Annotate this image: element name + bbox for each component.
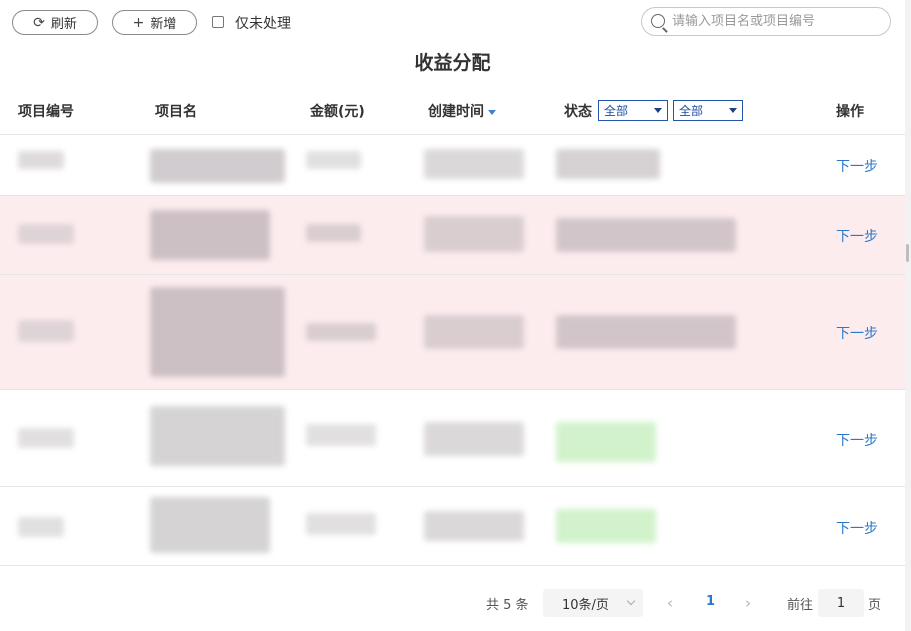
redacted-cell <box>306 151 361 169</box>
created-time-label: 创建时间 <box>428 104 484 120</box>
status-filter-1-value: 全部 <box>604 104 629 118</box>
scrollbar-thumb[interactable] <box>906 244 909 262</box>
redacted-cell <box>150 406 285 466</box>
redacted-cell <box>424 511 524 541</box>
goto-page-input[interactable]: 1 <box>818 589 864 617</box>
chevron-down-icon <box>626 596 636 606</box>
search-box[interactable] <box>641 7 891 36</box>
column-header-status: 状态 <box>564 104 592 120</box>
prev-page-button[interactable]: ‹ <box>667 594 673 612</box>
redacted-cell <box>424 149 524 179</box>
redacted-cell <box>306 513 376 535</box>
table-row: 下一步 <box>0 275 905 390</box>
table-row: 下一步 <box>0 135 905 196</box>
table-row: 下一步 <box>0 487 905 566</box>
page-title: 收益分配 <box>414 52 491 74</box>
redacted-cell <box>306 424 376 446</box>
sort-desc-icon[interactable] <box>488 109 496 115</box>
redacted-cell <box>18 320 74 342</box>
table-row: 下一步 <box>0 390 905 487</box>
status-filter-select-1[interactable]: 全部 <box>598 100 668 121</box>
only-unprocessed-checkbox[interactable] <box>212 16 224 28</box>
refresh-label: 刷新 <box>50 17 77 32</box>
next-page-button[interactable]: › <box>745 594 751 612</box>
redacted-cell <box>18 517 64 537</box>
redacted-cell <box>424 422 524 456</box>
column-header-created-time[interactable]: 创建时间 <box>428 101 496 121</box>
redacted-cell <box>556 149 660 179</box>
status-filter-2-value: 全部 <box>679 104 704 118</box>
redacted-cell <box>18 224 74 244</box>
pagination-total: 共 5 条 <box>486 598 529 613</box>
search-icon <box>651 14 665 28</box>
redacted-status <box>556 509 656 543</box>
dropdown-arrow-icon <box>654 108 662 113</box>
redacted-cell <box>306 323 376 341</box>
redacted-cell <box>424 315 524 349</box>
column-header-code: 项目编号 <box>18 104 74 120</box>
search-input[interactable] <box>672 11 884 32</box>
redacted-cell <box>18 428 74 448</box>
redacted-cell <box>556 315 736 349</box>
scrollbar-track[interactable] <box>905 0 911 631</box>
only-unprocessed-label: 仅未处理 <box>235 16 291 32</box>
plus-icon: + <box>132 14 145 31</box>
next-step-link[interactable]: 下一步 <box>836 518 878 538</box>
dropdown-arrow-icon <box>729 108 737 113</box>
next-step-link[interactable]: 下一步 <box>836 430 878 450</box>
add-label: 新增 <box>150 17 177 32</box>
goto-label: 前往 <box>787 598 814 613</box>
redacted-cell <box>150 497 270 553</box>
redacted-cell <box>150 149 285 183</box>
refresh-icon: ⟳ <box>33 14 45 31</box>
redacted-cell <box>150 210 270 260</box>
redacted-status <box>556 422 656 462</box>
add-button[interactable]: + 新增 <box>112 10 197 35</box>
table-row: 下一步 <box>0 196 905 275</box>
page-size-value: 10条/页 <box>562 597 609 613</box>
redacted-cell <box>18 151 64 169</box>
next-step-link[interactable]: 下一步 <box>836 156 878 176</box>
page-size-select[interactable]: 10条/页 <box>543 589 643 617</box>
redacted-cell <box>150 287 285 377</box>
next-step-link[interactable]: 下一步 <box>836 323 878 343</box>
page-suffix-label: 页 <box>868 598 882 613</box>
column-header-name: 项目名 <box>155 104 197 120</box>
current-page-number[interactable]: 1 <box>706 594 715 609</box>
redacted-cell <box>424 216 524 252</box>
income-distribution-page: ⟳ 刷新 + 新增 仅未处理 收益分配 项目编号 项目名 金额(元) 创建时间 … <box>0 0 911 631</box>
next-step-link[interactable]: 下一步 <box>836 226 878 246</box>
column-header-action: 操作 <box>836 104 864 120</box>
redacted-cell <box>556 218 736 252</box>
redacted-cell <box>306 224 361 242</box>
column-header-amount: 金额(元) <box>310 104 365 120</box>
status-filter-select-2[interactable]: 全部 <box>673 100 743 121</box>
refresh-button[interactable]: ⟳ 刷新 <box>12 10 98 35</box>
